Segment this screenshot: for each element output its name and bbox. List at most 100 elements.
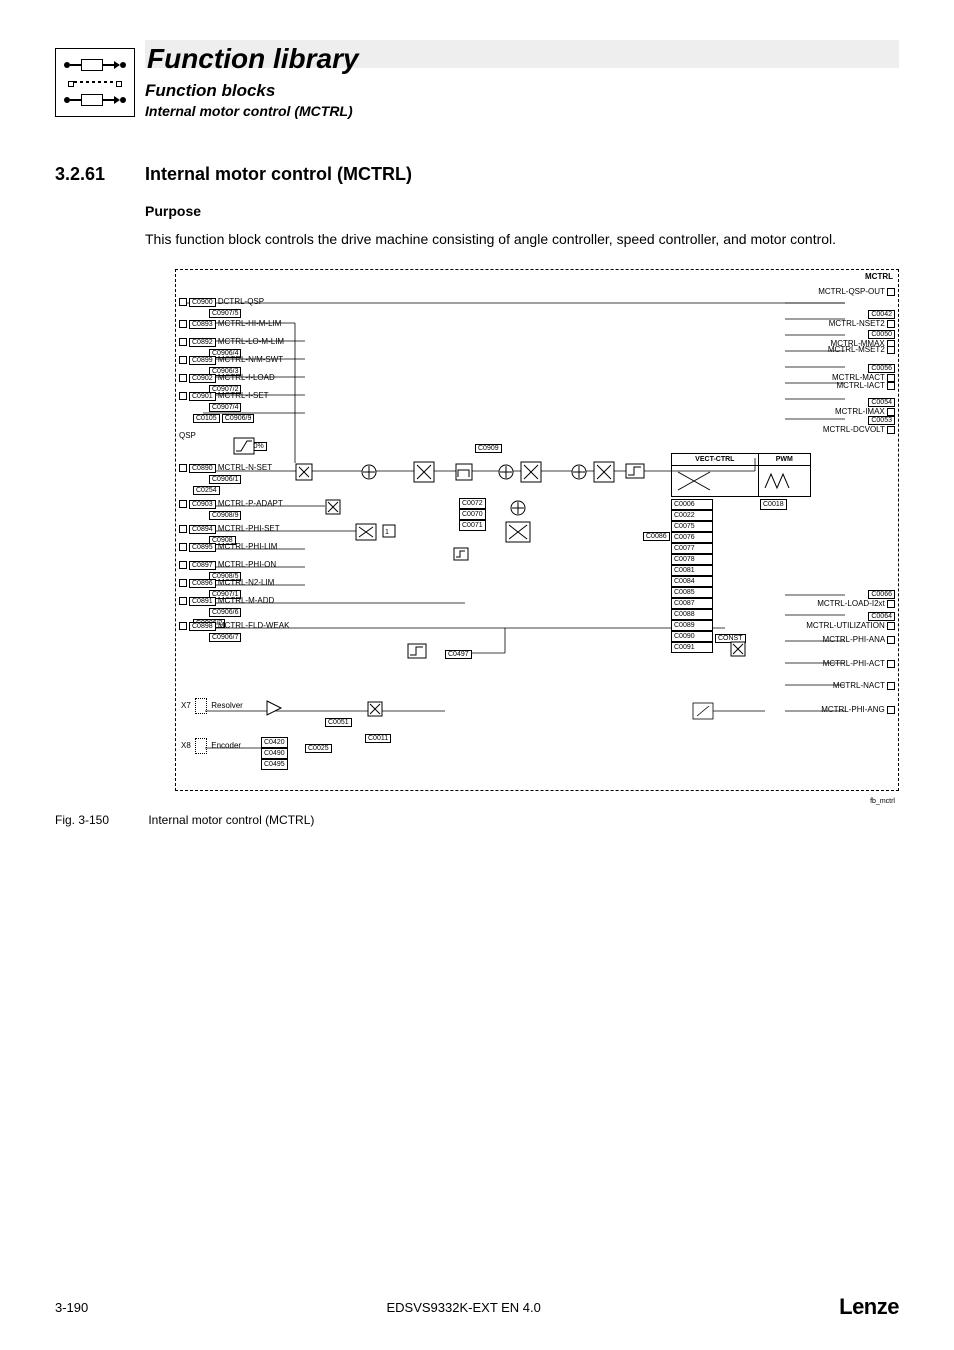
vect-param: C0077	[671, 543, 713, 554]
input-label: MCTRL-LO-M-LIM	[218, 337, 284, 346]
output-row: MCTRL-MSET2	[828, 345, 895, 354]
output-row: MCTRL-NACT	[833, 681, 895, 690]
fb-icon	[55, 48, 135, 117]
encoder-c1: C0490	[261, 748, 288, 759]
input-mon: C0907/4	[209, 403, 241, 412]
output-row: C0056MCTRL-MACT	[832, 363, 895, 382]
input-code: C0897	[189, 561, 216, 570]
output-label: MCTRL-PHI-ANA	[823, 635, 885, 644]
output-row: C0053MCTRL-DCVOLT	[823, 415, 895, 434]
input-label: QSP	[179, 431, 196, 440]
corner-label: fb_mctrl	[870, 798, 895, 805]
figure-caption: Internal motor control (MCTRL)	[148, 813, 314, 827]
input-code: C0901	[189, 392, 216, 401]
input-code: C0896	[189, 579, 216, 588]
input-label: MCTRL-N/M-SWT	[218, 355, 283, 364]
vect-param: C0075	[671, 521, 713, 532]
doc-id: EDSVS9332K-EXT EN 4.0	[386, 1300, 540, 1315]
input-code: C0902	[189, 374, 216, 383]
input-label: MCTRL-PHI-ON	[218, 560, 276, 569]
output-code: C0050	[868, 330, 895, 339]
page-title: Function library	[145, 43, 899, 75]
resolver-label: Resolver	[211, 701, 243, 710]
input-label: MCTRL-I-SET	[218, 391, 269, 400]
block-title-label: MCTRL	[865, 272, 893, 281]
input-label: MCTRL-HI-M-LIM	[218, 319, 282, 328]
mid-c0497: C0497	[445, 650, 472, 659]
input-extra: C0254	[193, 486, 220, 495]
output-label: MCTRL-PHI-ANG	[821, 705, 885, 714]
input-code: C0890	[189, 464, 216, 473]
input-mon: C0906/1	[209, 475, 241, 484]
input-row: C0893 MCTRL-HI-M-LIM	[179, 319, 281, 329]
output-code: C0064	[868, 612, 895, 621]
output-code: C0056	[868, 364, 895, 373]
input-label: MCTRL-FLD-WEAK	[218, 621, 290, 630]
vect-param: C0091	[671, 642, 713, 653]
page-number: 3-190	[55, 1300, 88, 1315]
encoder-c4: C0011	[365, 734, 391, 743]
input-mon: C0906/6	[209, 608, 241, 617]
mid-c0070: C0070	[459, 509, 486, 520]
section-number: 3.2.61	[55, 164, 145, 185]
output-label: MCTRL-DCVOLT	[823, 425, 885, 434]
input-code: C0893	[189, 320, 216, 329]
vect-param: C0088	[671, 609, 713, 620]
vect-param: C0081	[671, 565, 713, 576]
output-row: MCTRL-PHI-ANA	[823, 635, 895, 644]
output-row: MCTRL-IACT	[836, 381, 895, 390]
input-row: C0903 MCTRL-P-ADAPTC0908/9	[179, 499, 283, 520]
vect-param: C0090	[671, 631, 713, 642]
output-code: C0054	[868, 398, 895, 407]
svg-text:1: 1	[385, 529, 389, 536]
input-code: C0892	[189, 338, 216, 347]
purpose-heading: Purpose	[145, 203, 899, 219]
output-label: MCTRL-NACT	[833, 681, 885, 690]
encoder-c0: C0420	[261, 737, 288, 748]
resolver-port: X7	[181, 701, 191, 710]
input-row: C0901 MCTRL-I-SET C0907/4 C0105 C0906/9	[179, 391, 269, 423]
output-row: C0066MCTRL-LOAD-I2xt	[817, 589, 895, 608]
input-code: C0900	[189, 298, 216, 307]
input-label: MCTRL-PHI-LIM	[218, 542, 278, 551]
input-label: MCTRL-N2-LIM	[218, 578, 274, 587]
input-extra: C0105	[193, 414, 220, 423]
input-extra2: C0906/9	[222, 414, 254, 423]
section-title: Internal motor control (MCTRL)	[145, 164, 412, 185]
output-row: C0064MCTRL-UTILIZATION	[806, 611, 895, 630]
vect-param: C0076	[671, 532, 713, 543]
page-subtitle2: Internal motor control (MCTRL)	[145, 103, 899, 119]
mid-c0072: C0072	[459, 498, 486, 509]
output-code: C0042	[868, 310, 895, 319]
encoder-c2: C0495	[261, 759, 288, 770]
vect-param: C0089	[671, 620, 713, 631]
purpose-text: This function block controls the drive m…	[145, 229, 899, 249]
input-label: MCTRL-PHI-SET	[218, 524, 280, 533]
pwm-label: PWM	[759, 454, 810, 465]
output-code: C0053	[868, 416, 895, 425]
output-label: MCTRL-PHI-ACT	[823, 659, 885, 668]
input-label: DCTRL-QSP	[218, 297, 264, 306]
vect-param: C0006	[671, 499, 713, 510]
vect-param: C0022	[671, 510, 713, 521]
mid-c0071: C0071	[459, 520, 486, 531]
page-subtitle1: Function blocks	[145, 81, 899, 101]
block-diagram: MCTRL fb_mctrl C0900 DCTRL-QSPC0907/5C08…	[145, 263, 905, 803]
input-code: C0899	[189, 356, 216, 365]
vect-param: C0087	[671, 598, 713, 609]
encoder-port: X8	[181, 741, 191, 750]
brand-logo: Lenze	[839, 1294, 899, 1320]
output-code: C0066	[868, 590, 895, 599]
output-row: C0054MCTRL-IMAX	[835, 397, 895, 416]
vect-ctrl-label: VECT-CTRL	[672, 454, 759, 465]
resolver-c0051: C0051	[325, 718, 352, 727]
output-row: MCTRL-PHI-ACT	[823, 659, 895, 668]
input-mon: C0908/9	[209, 511, 241, 520]
input-label: MCTRL-M-ADD	[218, 596, 274, 605]
figure-number: Fig. 3-150	[55, 813, 145, 827]
input-code: C0895	[189, 543, 216, 552]
output-label: MCTRL-QSP-OUT	[818, 287, 885, 296]
output-label: MCTRL-MSET2	[828, 345, 885, 354]
output-label: MCTRL-LOAD-I2xt	[817, 599, 885, 608]
output-label: MCTRL-IACT	[836, 381, 884, 390]
